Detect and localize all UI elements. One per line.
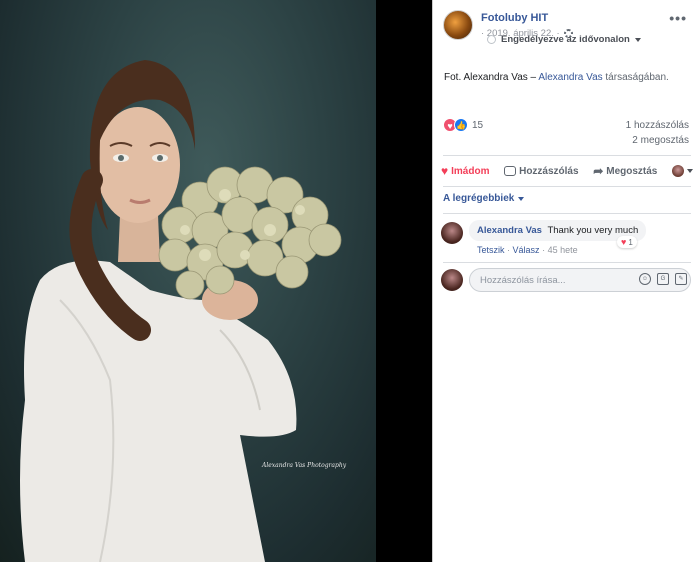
speech-bubble-icon: [504, 166, 517, 176]
photo-illustration: [20, 60, 342, 562]
divider: [443, 186, 691, 187]
shares-count-link[interactable]: 2 megosztás: [632, 135, 689, 146]
avatar: [441, 269, 463, 291]
chevron-down-icon: [634, 37, 641, 42]
comment-reaction-count: 1: [628, 237, 633, 247]
caption-suffix: társaságában.: [605, 72, 669, 83]
comment-author-link[interactable]: Alexandra Vas: [477, 225, 542, 236]
share-button[interactable]: ➦ Megosztás: [593, 164, 657, 178]
comment-text: Thank you very much: [547, 225, 639, 236]
post-photo[interactable]: Alexandra Vas Photography: [0, 0, 376, 562]
share-arrow-icon: ➦: [593, 164, 604, 178]
timeline-permission-label: Engedélyezve az idővonalon: [501, 34, 630, 45]
chevron-down-icon: [518, 196, 525, 201]
composer-icons: ☺ G ✎: [639, 273, 687, 285]
heart-icon: ♥: [621, 237, 627, 247]
comment-meta: Tetszik · Válasz · 45 hete: [477, 245, 578, 255]
post-stats: ♥ 👍 15 1 hozzászólás 2 megosztás: [443, 118, 691, 152]
gif-icon[interactable]: G: [657, 273, 669, 285]
more-options-button[interactable]: •••: [669, 10, 687, 26]
comment-like-link[interactable]: Tetszik: [477, 245, 505, 255]
sort-label: A legrégebbiek: [443, 193, 515, 204]
chevron-down-icon: [687, 169, 693, 173]
post-actions: ♥ Imádom Hozzászólás ➦ Megosztás: [441, 161, 693, 181]
tagged-person-link[interactable]: Alexandra Vas: [538, 72, 602, 83]
post-caption: Fot. Alexandra Vas – Alexandra Vas társa…: [444, 72, 669, 83]
comment-item: Alexandra Vas Thank you very much ♥ 1 Te…: [441, 220, 691, 260]
comment-label: Hozzászólás: [519, 165, 579, 177]
comment-composer: ☺ G ✎: [441, 268, 693, 294]
caption-prefix: Fot. Alexandra Vas –: [444, 72, 537, 83]
smiley-icon[interactable]: ☺: [639, 273, 651, 285]
reactions-summary[interactable]: ♥ 👍 15: [443, 118, 483, 132]
photo-viewer: Alexandra Vas Photography: [0, 0, 432, 562]
share-label: Megosztás: [606, 165, 658, 177]
sticker-icon[interactable]: ✎: [675, 273, 687, 285]
thumbs-up-icon: 👍: [454, 118, 468, 132]
photo-watermark: Alexandra Vas Photography: [262, 462, 347, 469]
avatar: [672, 165, 684, 177]
page-name-link[interactable]: Fotoluby HIT: [481, 12, 548, 24]
divider: [443, 262, 691, 263]
divider: [443, 155, 691, 156]
love-label: Imádom: [451, 165, 490, 177]
post-sidebar: Fotoluby HIT ••• · 2019. április 22. · E…: [432, 0, 700, 562]
timeline-permission[interactable]: Engedélyezve az idővonalon: [487, 34, 641, 45]
circle-icon: [487, 35, 496, 44]
comment-sort-dropdown[interactable]: A legrégebbiek: [443, 193, 525, 204]
heart-icon: ♥: [441, 164, 449, 178]
comments-count-link[interactable]: 1 hozzászólás: [626, 120, 689, 131]
divider: [443, 213, 691, 214]
post-as-selector[interactable]: [672, 165, 693, 177]
page-avatar[interactable]: [443, 10, 473, 40]
comment-button[interactable]: Hozzászólás: [504, 165, 579, 177]
commenter-avatar[interactable]: [441, 222, 463, 244]
love-button[interactable]: ♥ Imádom: [441, 164, 489, 178]
comment-reply-link[interactable]: Válasz: [513, 245, 540, 255]
reactions-count: 15: [472, 119, 484, 131]
comment-reaction-badge[interactable]: ♥ 1: [617, 236, 637, 248]
comment-time[interactable]: 45 hete: [548, 245, 578, 255]
